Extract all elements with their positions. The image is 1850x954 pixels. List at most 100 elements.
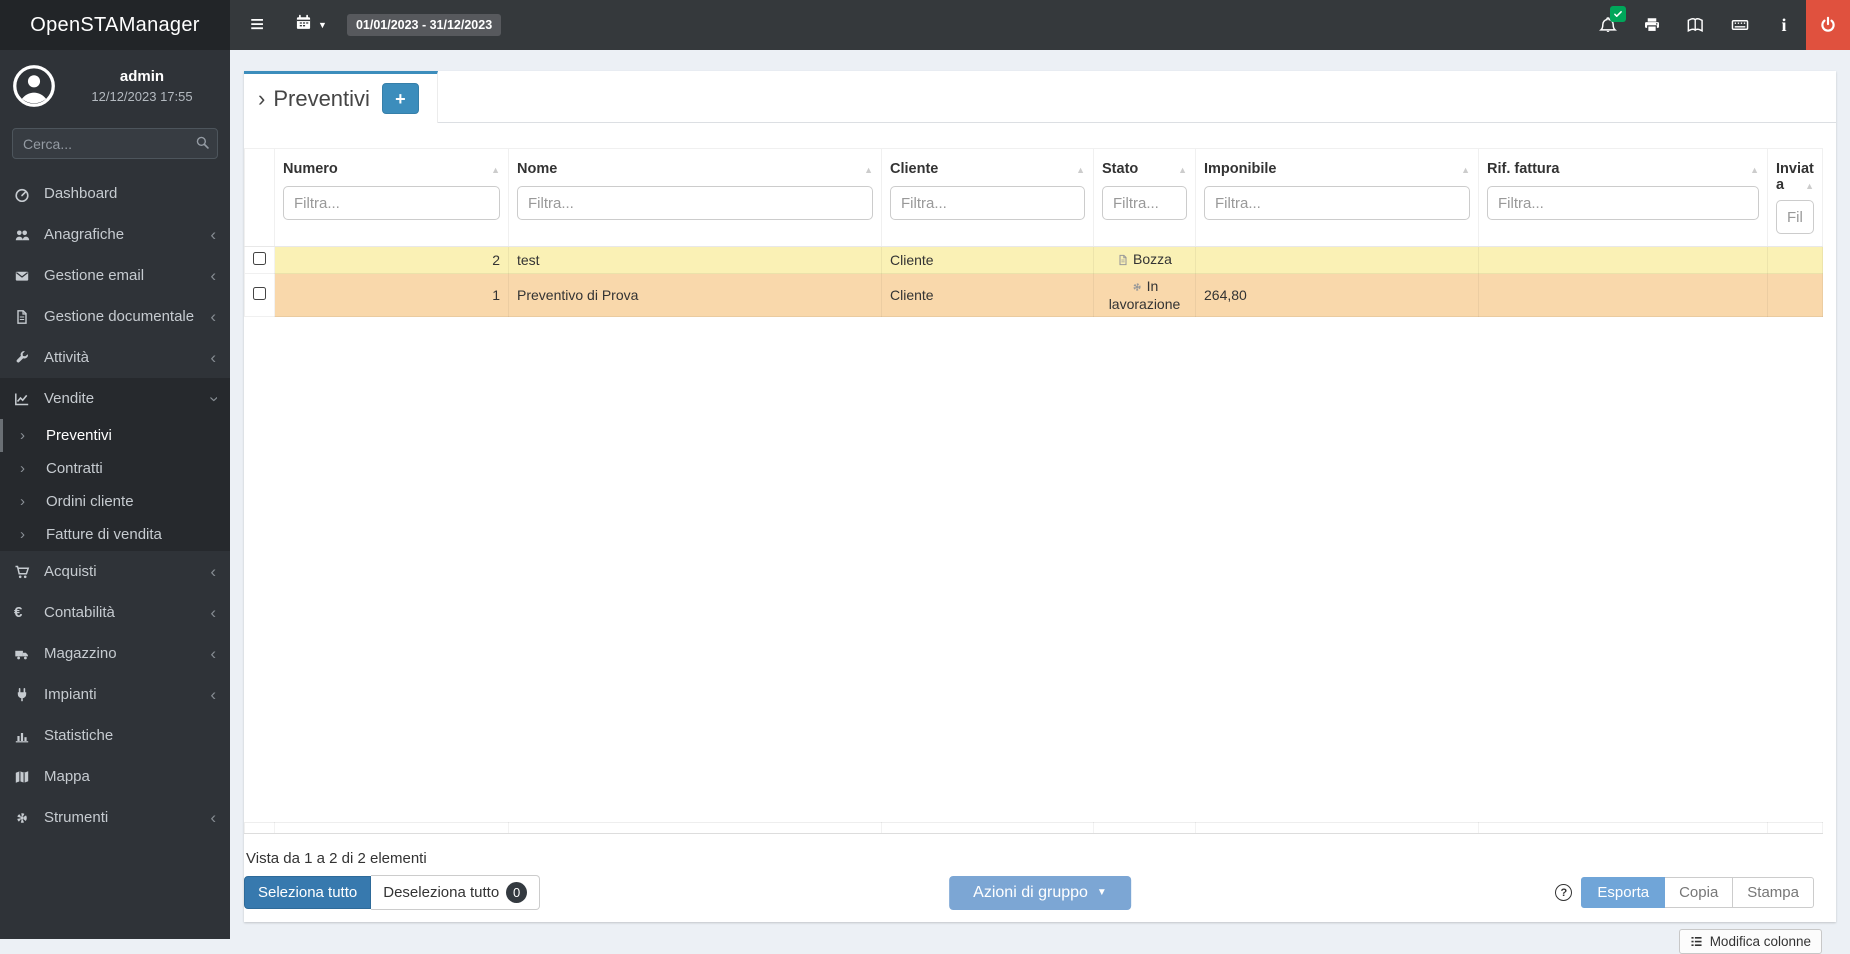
sidebar-item-gestione-email[interactable]: Gestione email ‹ <box>0 255 230 296</box>
sidebar-item-vendite[interactable]: Vendite ‹ <box>0 378 230 419</box>
sidebar-item-acquisti[interactable]: Acquisti ‹ <box>0 551 230 592</box>
app-brand[interactable]: OpenSTAManager <box>0 0 230 50</box>
deselect-all-button[interactable]: Deseleziona tutto 0 <box>371 875 541 910</box>
notifications-button[interactable] <box>1586 0 1630 50</box>
sidebar-subitem-ordini-cliente[interactable]: › Ordini cliente <box>0 485 230 518</box>
notifications-check-badge <box>1610 6 1626 22</box>
info-button[interactable]: i <box>1762 0 1806 50</box>
sidebar-item-magazzino[interactable]: Magazzino ‹ <box>0 633 230 674</box>
sidebar-item-dashboard[interactable]: Dashboard <box>0 173 230 214</box>
sidebar-item-attivita[interactable]: Attività ‹ <box>0 337 230 378</box>
print-table-button[interactable]: Stampa <box>1733 877 1814 908</box>
filter-stato-input[interactable] <box>1102 186 1187 220</box>
header-checkbox-cell <box>244 148 275 247</box>
filter-numero-input[interactable] <box>283 186 500 220</box>
filter-nome-input[interactable] <box>517 186 873 220</box>
add-preventivo-button[interactable]: + <box>381 83 419 114</box>
keyboard-shortcuts-button[interactable] <box>1718 0 1762 50</box>
sidebar: admin 12/12/2023 17:55 Dashboard Anagrafi… <box>0 50 230 939</box>
edit-columns-button[interactable]: Modifica colonne <box>1678 929 1822 954</box>
chevron-down-icon: ‹ <box>203 395 223 402</box>
sidebar-item-label: Gestione documentale <box>44 308 195 325</box>
cell-inviata <box>1767 273 1823 317</box>
angle-right-icon: › <box>20 493 25 510</box>
table-footer-strip <box>244 822 1823 834</box>
print-button[interactable] <box>1630 0 1674 50</box>
sidebar-item-anagrafiche[interactable]: Anagrafiche ‹ <box>0 214 230 255</box>
column-header-stato[interactable]: Stato ▲ <box>1093 148 1196 247</box>
column-label: Rif. fattura ▲ <box>1487 161 1759 177</box>
sidebar-subitem-label: Ordini cliente <box>46 493 134 510</box>
sort-arrow-icon[interactable]: ▲ <box>1750 165 1759 175</box>
sort-arrow-icon[interactable]: ▲ <box>1461 165 1470 175</box>
gear-icon <box>1131 280 1143 296</box>
top-navbar: ≡ ▼ 01/01/2023 - 31/12/2023 i <box>230 0 1850 50</box>
help-icon[interactable]: ? <box>1555 884 1573 901</box>
preventivi-card: ›Preventivi + Numero▲ Nome▲ Cliente▲ Stato▲… <box>244 71 1836 922</box>
results-info: Vista da 1 a 2 di 2 elementi <box>246 850 427 867</box>
sidebar-subitem-preventivi[interactable]: › Preventivi <box>0 419 230 452</box>
calendar-picker[interactable]: ▼ <box>295 14 327 36</box>
column-header-inviata[interactable]: Inviata ▲ <box>1767 148 1823 247</box>
sort-arrow-icon[interactable]: ▲ <box>1076 165 1085 175</box>
sidebar-subitem-label: Contratti <box>46 460 103 477</box>
column-header-nome[interactable]: Nome ▲ <box>508 148 882 247</box>
page-title: › Preventivi <box>258 85 370 111</box>
date-range-badge[interactable]: 01/01/2023 - 31/12/2023 <box>346 14 502 36</box>
filter-inviata-input[interactable] <box>1776 200 1814 234</box>
sidebar-toggle-icon[interactable]: ≡ <box>245 13 269 37</box>
chart-line-icon <box>14 391 44 407</box>
plug-icon <box>14 687 44 703</box>
footer-cell <box>1478 822 1768 834</box>
logout-button[interactable] <box>1806 0 1850 50</box>
column-header-rif_fattura[interactable]: Rif. fattura ▲ <box>1478 148 1768 247</box>
column-label: Nome ▲ <box>517 161 873 177</box>
table-row[interactable]: 1 Preventivo di Prova Cliente In lavorazion… <box>244 273 1823 317</box>
group-actions-button[interactable]: Azioni di gruppo ▼ <box>949 875 1131 910</box>
footer-cell <box>1767 822 1823 834</box>
search-icon[interactable] <box>195 135 210 155</box>
sidebar-item-label: Attività <box>44 349 90 366</box>
sort-arrow-icon[interactable]: ▲ <box>1805 181 1814 191</box>
select-all-button[interactable]: Seleziona tutto <box>244 876 372 909</box>
sidebar-search <box>12 128 218 159</box>
sort-arrow-icon[interactable]: ▲ <box>864 165 873 175</box>
sort-arrow-icon[interactable]: ▲ <box>491 165 500 175</box>
sidebar-item-strumenti[interactable]: Strumenti ‹ <box>0 797 230 838</box>
column-header-imponibile[interactable]: Imponibile ▲ <box>1195 148 1479 247</box>
sidebar-item-statistiche[interactable]: Statistiche <box>0 715 230 756</box>
topbar: OpenSTAManager ≡ ▼ 01/01/2023 - 31/12/20… <box>0 0 1850 50</box>
sort-arrow-icon[interactable]: ▲ <box>1178 165 1187 175</box>
tab-preventivi[interactable]: › Preventivi + <box>244 71 438 123</box>
sidebar-subitem-fatture-di-vendita[interactable]: › Fatture di vendita <box>0 518 230 551</box>
column-label: Cliente ▲ <box>890 161 1085 177</box>
sidebar-menu: Dashboard Anagrafiche ‹ Gestione email ‹ Gest… <box>0 173 230 838</box>
sidebar-subitem-label: Preventivi <box>46 427 112 444</box>
main-content: ›Preventivi + Numero▲ Nome▲ Cliente▲ Stato▲… <box>230 50 1850 954</box>
chevron-left-icon: ‹ <box>210 684 216 704</box>
cell-imponibile <box>1195 246 1479 274</box>
manual-book-button[interactable] <box>1674 0 1718 50</box>
filter-imponibile-input[interactable] <box>1204 186 1470 220</box>
search-input[interactable] <box>12 128 218 159</box>
sidebar-item-mappa[interactable]: Mappa <box>0 756 230 797</box>
avatar[interactable] <box>12 64 56 108</box>
column-label: Stato ▲ <box>1102 161 1187 177</box>
sidebar-item-label: Impianti <box>44 686 97 703</box>
table-row[interactable]: 2 test Cliente Bozza <box>244 246 1823 274</box>
column-header-cliente[interactable]: Cliente ▲ <box>881 148 1094 247</box>
sidebar-item-contabilita[interactable]: € Contabilità ‹ <box>0 592 230 633</box>
filter-rif_fattura-input[interactable] <box>1487 186 1759 220</box>
filter-cliente-input[interactable] <box>890 186 1085 220</box>
sidebar-subitem-contratti[interactable]: › Contratti <box>0 452 230 485</box>
preventivi-table: Numero▲ Nome▲ Cliente▲ Stato▲ Imponibile▲ Rif… <box>244 148 1823 317</box>
row-checkbox[interactable] <box>253 252 266 265</box>
column-header-numero[interactable]: Numero ▲ <box>274 148 509 247</box>
column-label: Imponibile ▲ <box>1204 161 1470 177</box>
sidebar-item-impianti[interactable]: Impianti ‹ <box>0 674 230 715</box>
copy-button[interactable]: Copia <box>1665 877 1734 908</box>
export-button[interactable]: Esporta <box>1581 877 1666 908</box>
sidebar-item-gestione-documentale[interactable]: Gestione documentale ‹ <box>0 296 230 337</box>
row-checkbox[interactable] <box>253 287 266 300</box>
table-empty-area <box>244 317 1836 822</box>
